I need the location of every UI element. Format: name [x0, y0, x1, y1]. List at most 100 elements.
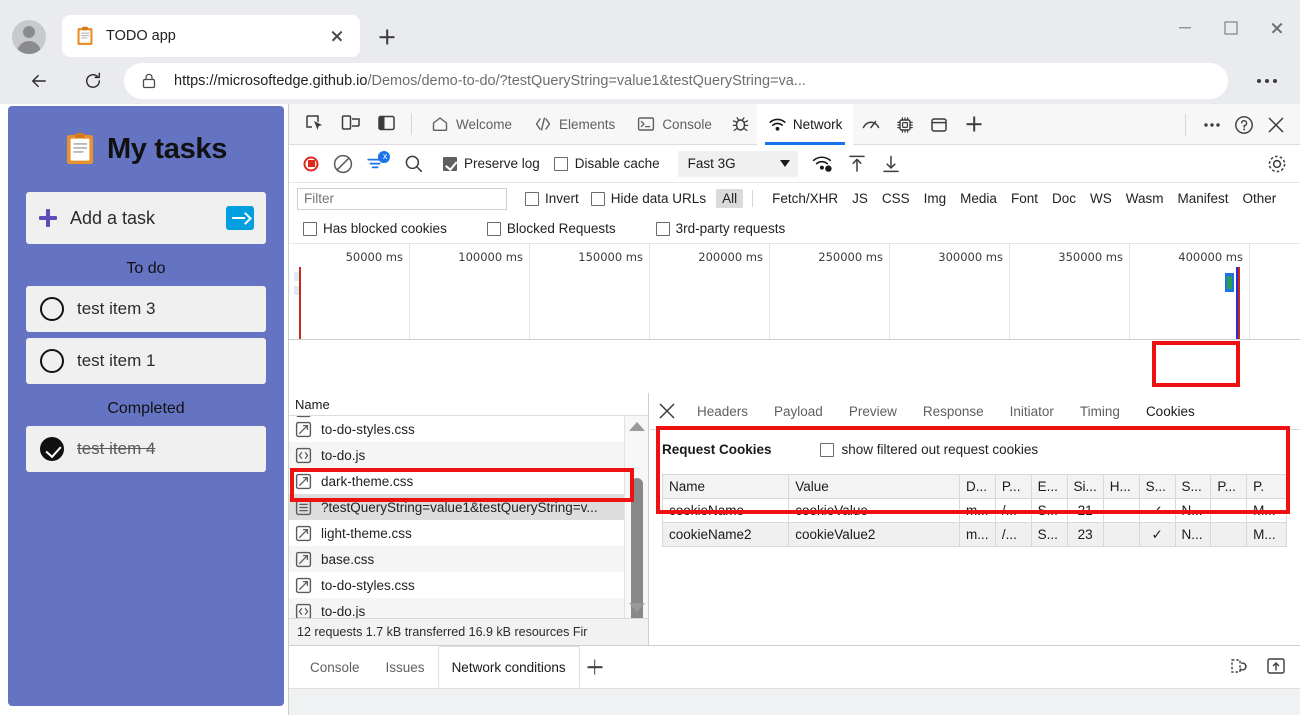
- checkbox-box[interactable]: [525, 191, 539, 206]
- column-header-domain[interactable]: D...: [958, 474, 996, 499]
- table-row[interactable]: to-do.js: [289, 442, 624, 468]
- tab-network[interactable]: Network: [756, 103, 854, 145]
- disable-cache-checkbox[interactable]: Disable cache: [553, 156, 660, 171]
- export-har-icon[interactable]: [876, 150, 906, 178]
- type-filter-doc[interactable]: Doc: [1046, 189, 1082, 208]
- table-row[interactable]: light-theme.css: [289, 520, 624, 546]
- tab-application[interactable]: [921, 104, 955, 145]
- drawer-tab-network-conditions[interactable]: Network conditions: [437, 646, 580, 688]
- new-tab-button[interactable]: [372, 22, 402, 52]
- search-button[interactable]: [399, 150, 429, 178]
- table-row[interactable]: cookieName cookieValue m... /... S... 21…: [661, 498, 1287, 523]
- tab-sources-debugger[interactable]: [723, 104, 757, 145]
- task-checkbox[interactable]: [40, 349, 64, 373]
- dock-side-icon[interactable]: [371, 109, 403, 139]
- task-checkbox-checked[interactable]: [40, 437, 64, 461]
- type-filter-media[interactable]: Media: [954, 189, 1003, 208]
- network-overview-timeline[interactable]: 50000 ms 100000 ms 150000 ms 200000 ms 2…: [289, 244, 1300, 340]
- hide-data-urls-checkbox[interactable]: Hide data URLs: [590, 191, 706, 206]
- type-filter-font[interactable]: Font: [1005, 189, 1044, 208]
- tab-payload[interactable]: Payload: [761, 393, 836, 430]
- column-header-priority[interactable]: P.: [1246, 474, 1287, 499]
- close-tab-icon[interactable]: [324, 23, 350, 49]
- help-icon[interactable]: [1228, 110, 1260, 140]
- table-row[interactable]: to-do.js: [289, 598, 624, 618]
- request-list-scrollbar[interactable]: [624, 416, 648, 658]
- request-rows[interactable]: base.css to-do-styles.css to-do.js: [289, 416, 624, 618]
- request-list-header[interactable]: Name: [289, 393, 648, 416]
- column-header-partition[interactable]: P...: [1210, 474, 1248, 499]
- column-header-value[interactable]: Value: [788, 474, 960, 499]
- settings-gear-icon[interactable]: [1264, 151, 1290, 177]
- type-filter-other[interactable]: Other: [1237, 189, 1283, 208]
- address-bar[interactable]: https://microsoftedge.github.io/Demos/de…: [124, 63, 1228, 99]
- cookies-table[interactable]: Name Value D... P... E... Si... H... S..…: [661, 474, 1287, 547]
- column-header-samesite[interactable]: S...: [1174, 474, 1212, 499]
- column-header-path[interactable]: P...: [994, 474, 1032, 499]
- type-filter-fetch-xhr[interactable]: Fetch/XHR: [766, 189, 844, 208]
- scroll-down-icon[interactable]: [628, 603, 645, 612]
- checkbox-box[interactable]: [655, 221, 670, 236]
- column-header-size[interactable]: Si...: [1066, 474, 1104, 499]
- type-filter-ws[interactable]: WS: [1084, 189, 1118, 208]
- record-button[interactable]: [297, 150, 325, 178]
- device-emulation-icon[interactable]: [335, 109, 367, 139]
- import-har-icon[interactable]: [842, 150, 872, 178]
- tab-welcome[interactable]: Welcome: [420, 104, 523, 145]
- column-header-secure[interactable]: S...: [1138, 474, 1176, 499]
- type-filter-css[interactable]: CSS: [876, 189, 916, 208]
- checkbox-box[interactable]: [553, 156, 568, 171]
- close-window-button[interactable]: [1254, 0, 1300, 56]
- tab-performance[interactable]: [853, 104, 887, 145]
- close-detail-panel-icon[interactable]: [650, 393, 684, 429]
- list-item[interactable]: test item 1: [26, 338, 266, 384]
- clear-button[interactable]: [329, 150, 357, 178]
- dock-drawer-icon[interactable]: [1262, 652, 1290, 680]
- type-filter-js[interactable]: JS: [846, 189, 874, 208]
- type-filter-wasm[interactable]: Wasm: [1120, 189, 1170, 208]
- more-tabs-button[interactable]: [955, 104, 993, 145]
- invert-checkbox[interactable]: Invert: [525, 191, 579, 206]
- tab-headers[interactable]: Headers: [684, 393, 761, 430]
- clear-console-icon[interactable]: [1224, 652, 1252, 680]
- maximize-button[interactable]: [1208, 0, 1254, 56]
- browser-settings-icon[interactable]: [1250, 68, 1284, 94]
- tab-response[interactable]: Response: [910, 393, 997, 430]
- column-header-httponly[interactable]: H...: [1102, 474, 1140, 499]
- minimize-button[interactable]: [1162, 0, 1208, 56]
- filter-toggle-button[interactable]: x: [361, 149, 391, 178]
- table-row[interactable]: cookieName2 cookieValue2 m... /... S... …: [661, 522, 1287, 547]
- column-header-expires[interactable]: E...: [1030, 474, 1068, 499]
- tab-preview[interactable]: Preview: [836, 393, 910, 430]
- type-filter-manifest[interactable]: Manifest: [1171, 189, 1234, 208]
- checkbox-box[interactable]: [486, 221, 501, 236]
- checkbox-box[interactable]: [590, 191, 605, 206]
- submit-task-button[interactable]: [226, 206, 254, 230]
- browser-tab[interactable]: TODO app: [62, 15, 360, 57]
- list-item[interactable]: test item 3: [26, 286, 266, 332]
- tab-timing[interactable]: Timing: [1067, 393, 1133, 430]
- filter-input[interactable]: [297, 187, 507, 210]
- add-task-input[interactable]: Add a task: [26, 192, 266, 244]
- back-button[interactable]: [20, 62, 58, 100]
- type-filter-img[interactable]: Img: [918, 189, 953, 208]
- table-row[interactable]: dark-theme.css: [289, 468, 624, 494]
- network-conditions-icon[interactable]: [808, 150, 838, 178]
- tab-console[interactable]: Console: [626, 104, 723, 145]
- table-row[interactable]: to-do-styles.css: [289, 416, 624, 442]
- checkbox-box[interactable]: [443, 156, 457, 171]
- table-row[interactable]: to-do-styles.css: [289, 572, 624, 598]
- drawer-add-tab-icon[interactable]: [580, 652, 610, 682]
- tab-memory[interactable]: [887, 104, 921, 145]
- task-checkbox[interactable]: [40, 297, 64, 321]
- third-party-requests-checkbox[interactable]: 3rd-party requests: [655, 221, 785, 236]
- profile-avatar[interactable]: [12, 20, 46, 54]
- table-row[interactable]: base.css: [289, 546, 624, 572]
- tab-initiator[interactable]: Initiator: [997, 393, 1067, 430]
- preserve-log-checkbox[interactable]: Preserve log: [443, 156, 540, 171]
- close-devtools-icon[interactable]: [1260, 110, 1292, 140]
- blocked-requests-checkbox[interactable]: Blocked Requests: [486, 221, 616, 236]
- checkbox-box[interactable]: [819, 442, 834, 457]
- reload-button[interactable]: [74, 62, 112, 100]
- inspect-element-icon[interactable]: [299, 109, 331, 139]
